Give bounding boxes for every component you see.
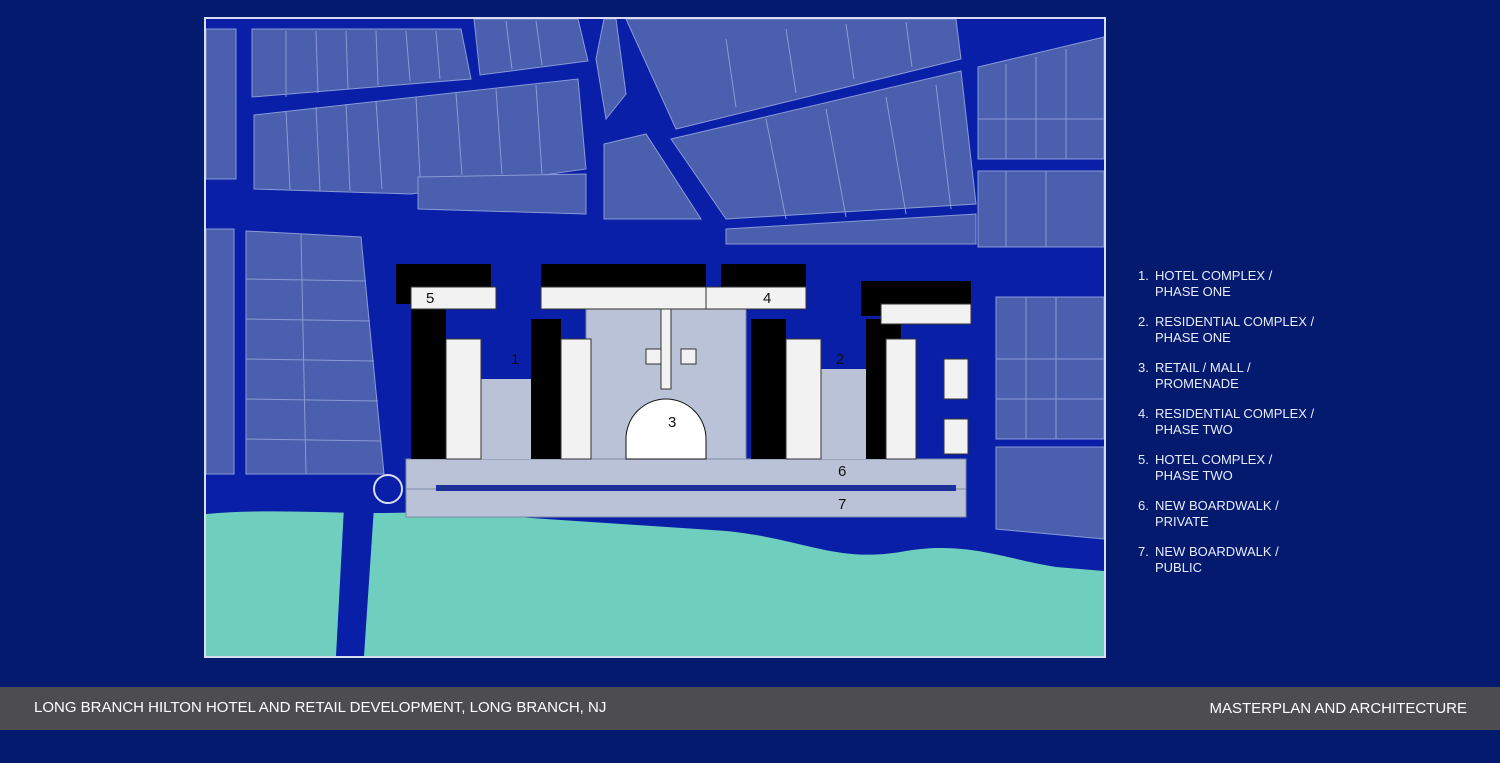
residential-tower-east bbox=[885, 338, 917, 460]
legend-item: 1. HOTEL COMPLEX / PHASE ONE bbox=[1138, 268, 1368, 300]
plan-label-3: 3 bbox=[668, 414, 676, 431]
legend-number: 5. bbox=[1138, 452, 1149, 467]
hotel-phase-two-building bbox=[410, 286, 497, 310]
site-plan: 1 2 3 4 5 6 7 bbox=[206, 19, 1104, 656]
plan-label-4: 4 bbox=[763, 290, 771, 307]
legend-number: 1. bbox=[1138, 268, 1149, 283]
plaza-pavilion bbox=[645, 348, 662, 365]
legend-text: HOTEL COMPLEX / PHASE TWO bbox=[1155, 452, 1273, 483]
legend-number: 7. bbox=[1138, 544, 1149, 559]
legend-item: 7. NEW BOARDWALK / PUBLIC bbox=[1138, 544, 1368, 576]
kiosk-north bbox=[943, 358, 969, 400]
category-label: MASTERPLAN AND ARCHITECTURE bbox=[1209, 700, 1467, 717]
legend-item: 5. HOTEL COMPLEX / PHASE TWO bbox=[1138, 452, 1368, 484]
residential-phase-one-wing bbox=[880, 303, 972, 325]
residential-phase-two-wing bbox=[705, 286, 807, 310]
roundabout bbox=[373, 474, 403, 504]
plan-label-6: 6 bbox=[838, 463, 846, 480]
hotel-tower-west bbox=[445, 338, 482, 460]
legend-item: 3. RETAIL / MALL / PROMENADE bbox=[1138, 360, 1368, 392]
plan-label-2: 2 bbox=[836, 351, 844, 368]
legend-text: RETAIL / MALL / PROMENADE bbox=[1155, 360, 1251, 391]
legend-text: NEW BOARDWALK / PUBLIC bbox=[1155, 544, 1279, 575]
plan-label-7: 7 bbox=[838, 496, 846, 513]
legend-item: 4. RESIDENTIAL COMPLEX / PHASE TWO bbox=[1138, 406, 1368, 438]
legend-number: 4. bbox=[1138, 406, 1149, 421]
residential-phase-two-building bbox=[540, 286, 707, 310]
hotel-tower-east bbox=[560, 338, 592, 460]
legend-text: HOTEL COMPLEX / PHASE ONE bbox=[1155, 268, 1273, 299]
legend-number: 2. bbox=[1138, 314, 1149, 329]
footer-bar: LONG BRANCH HILTON HOTEL AND RETAIL DEVE… bbox=[0, 687, 1500, 730]
legend-number: 3. bbox=[1138, 360, 1149, 375]
legend-text: NEW BOARDWALK / PRIVATE bbox=[1155, 498, 1279, 529]
plan-label-1: 1 bbox=[511, 351, 519, 368]
legend: 1. HOTEL COMPLEX / PHASE ONE 2. RESIDENTIA… bbox=[1138, 268, 1368, 590]
legend-text: RESIDENTIAL COMPLEX / PHASE ONE bbox=[1155, 314, 1315, 345]
boardwalk-channel bbox=[436, 485, 956, 491]
public-boardwalk bbox=[405, 488, 967, 518]
private-boardwalk bbox=[405, 458, 967, 490]
project-title: LONG BRANCH HILTON HOTEL AND RETAIL DEVE… bbox=[34, 699, 607, 716]
plaza-pavilion bbox=[680, 348, 697, 365]
plan-label-5: 5 bbox=[426, 290, 434, 307]
legend-item: 6. NEW BOARDWALK / PRIVATE bbox=[1138, 498, 1368, 530]
legend-number: 6. bbox=[1138, 498, 1149, 513]
legend-text: RESIDENTIAL COMPLEX / PHASE TWO bbox=[1155, 406, 1315, 437]
courtyard-1 bbox=[476, 379, 536, 459]
residential-tower-west bbox=[785, 338, 822, 460]
kiosk-south bbox=[943, 418, 969, 455]
masterplan-image: 1 2 3 4 5 6 7 bbox=[204, 17, 1106, 658]
legend-item: 2. RESIDENTIAL COMPLEX / PHASE ONE bbox=[1138, 314, 1368, 346]
retail-spine bbox=[660, 308, 672, 390]
